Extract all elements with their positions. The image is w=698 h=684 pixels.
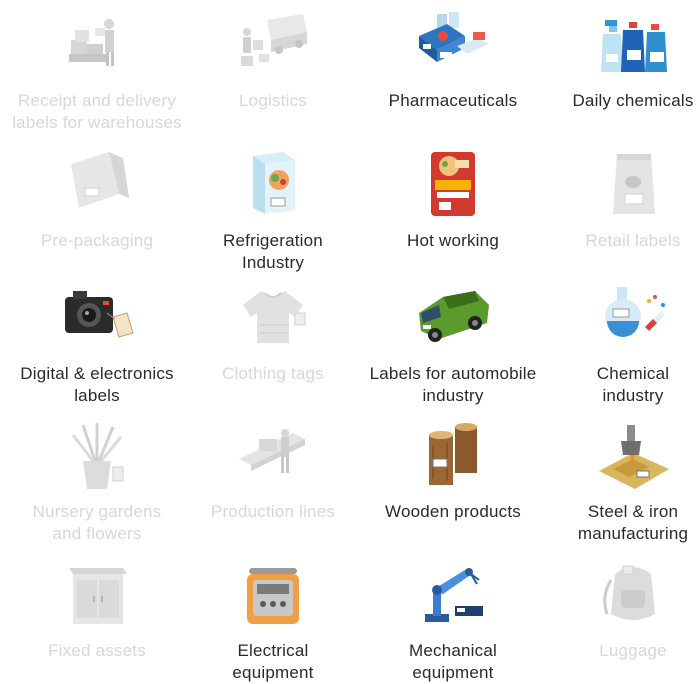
industry-label: Refrigeration Industry xyxy=(223,231,323,272)
industry-item-steel-iron[interactable]: Steel & iron manufacturing xyxy=(543,417,698,543)
industry-label: Mechanical equipment xyxy=(409,641,497,682)
industry-item-chemical[interactable]: Chemical industry xyxy=(543,279,698,405)
industry-label: Retail labels xyxy=(585,231,681,250)
industry-item-electrical[interactable]: Electrical equipment xyxy=(183,556,363,682)
industry-item-pre-packaging[interactable]: Pre-packaging xyxy=(7,146,187,266)
noodle-package-icon xyxy=(413,150,493,222)
steel-ladle-icon xyxy=(593,421,673,493)
industry-label: Pre-packaging xyxy=(40,231,154,250)
industry-item-automobile[interactable]: Labels for automobile industry xyxy=(363,279,543,405)
industry-grid: Receipt and delivery labels for warehous… xyxy=(0,0,698,682)
industry-label: Clothing tags xyxy=(222,364,324,383)
industry-item-fixed-assets[interactable]: Fixed assets xyxy=(7,556,187,676)
shopping-bag-icon xyxy=(57,150,137,222)
industry-label: Pharmaceuticals xyxy=(388,91,518,110)
industry-label: Chemical industry xyxy=(596,364,670,405)
industry-label: Receipt and delivery labels for warehous… xyxy=(12,91,182,132)
industry-item-production-lines[interactable]: Production lines xyxy=(183,417,363,537)
conveyor-line-icon xyxy=(233,421,313,493)
industry-label: Fixed assets xyxy=(48,641,146,660)
industry-label: Daily chemicals xyxy=(572,91,694,110)
industry-label: Electrical equipment xyxy=(232,641,314,682)
industry-label: Luggage xyxy=(599,641,667,660)
industry-label: Production lines xyxy=(210,502,336,521)
industry-item-retail-labels[interactable]: Retail labels xyxy=(543,146,698,266)
medicine-boxes-icon xyxy=(413,10,493,82)
industry-label: Digital & electronics labels xyxy=(20,364,174,405)
wood-logs-icon xyxy=(413,421,493,493)
industry-item-clothing-tags[interactable]: Clothing tags xyxy=(183,279,363,399)
robot-arm-icon xyxy=(413,560,493,632)
industry-item-wooden-products[interactable]: Wooden products xyxy=(363,417,543,537)
industry-label: Nursery gardens and flowers xyxy=(32,502,162,543)
delivery-truck-icon xyxy=(233,10,313,82)
green-car-icon xyxy=(413,283,493,355)
cleaning-bottles-icon xyxy=(593,10,673,82)
snack-bag-icon xyxy=(593,150,673,222)
industry-item-logistics[interactable]: Logistics xyxy=(183,6,363,126)
industry-item-luggage[interactable]: Luggage xyxy=(543,556,698,676)
industry-item-hot-working[interactable]: Hot working xyxy=(363,146,543,266)
industry-item-warehouse[interactable]: Receipt and delivery labels for warehous… xyxy=(7,6,187,132)
camera-icon xyxy=(57,283,137,355)
backpack-icon xyxy=(593,560,673,632)
industry-item-refrigeration[interactable]: Refrigeration Industry xyxy=(183,146,363,272)
frozen-food-box-icon xyxy=(233,150,313,222)
industry-item-nursery[interactable]: Nursery gardens and flowers xyxy=(7,417,187,543)
industry-item-digital-electronics[interactable]: Digital & electronics labels xyxy=(7,279,187,405)
industry-item-mechanical[interactable]: Mechanical equipment xyxy=(363,556,543,682)
industry-label: Wooden products xyxy=(385,502,521,521)
industry-item-daily-chemicals[interactable]: Daily chemicals xyxy=(543,6,698,126)
lab-flask-icon xyxy=(593,283,673,355)
sweater-icon xyxy=(233,283,313,355)
industry-label: Labels for automobile industry xyxy=(369,364,537,405)
industry-label: Steel & iron manufacturing xyxy=(577,502,689,543)
industry-label: Hot working xyxy=(407,231,499,250)
industry-item-pharmaceuticals[interactable]: Pharmaceuticals xyxy=(363,6,543,126)
rice-cooker-icon xyxy=(233,560,313,632)
warehouse-workers-icon xyxy=(57,10,137,82)
industry-label: Logistics xyxy=(239,91,307,110)
potted-plant-icon xyxy=(57,421,137,493)
cabinet-icon xyxy=(57,560,137,632)
